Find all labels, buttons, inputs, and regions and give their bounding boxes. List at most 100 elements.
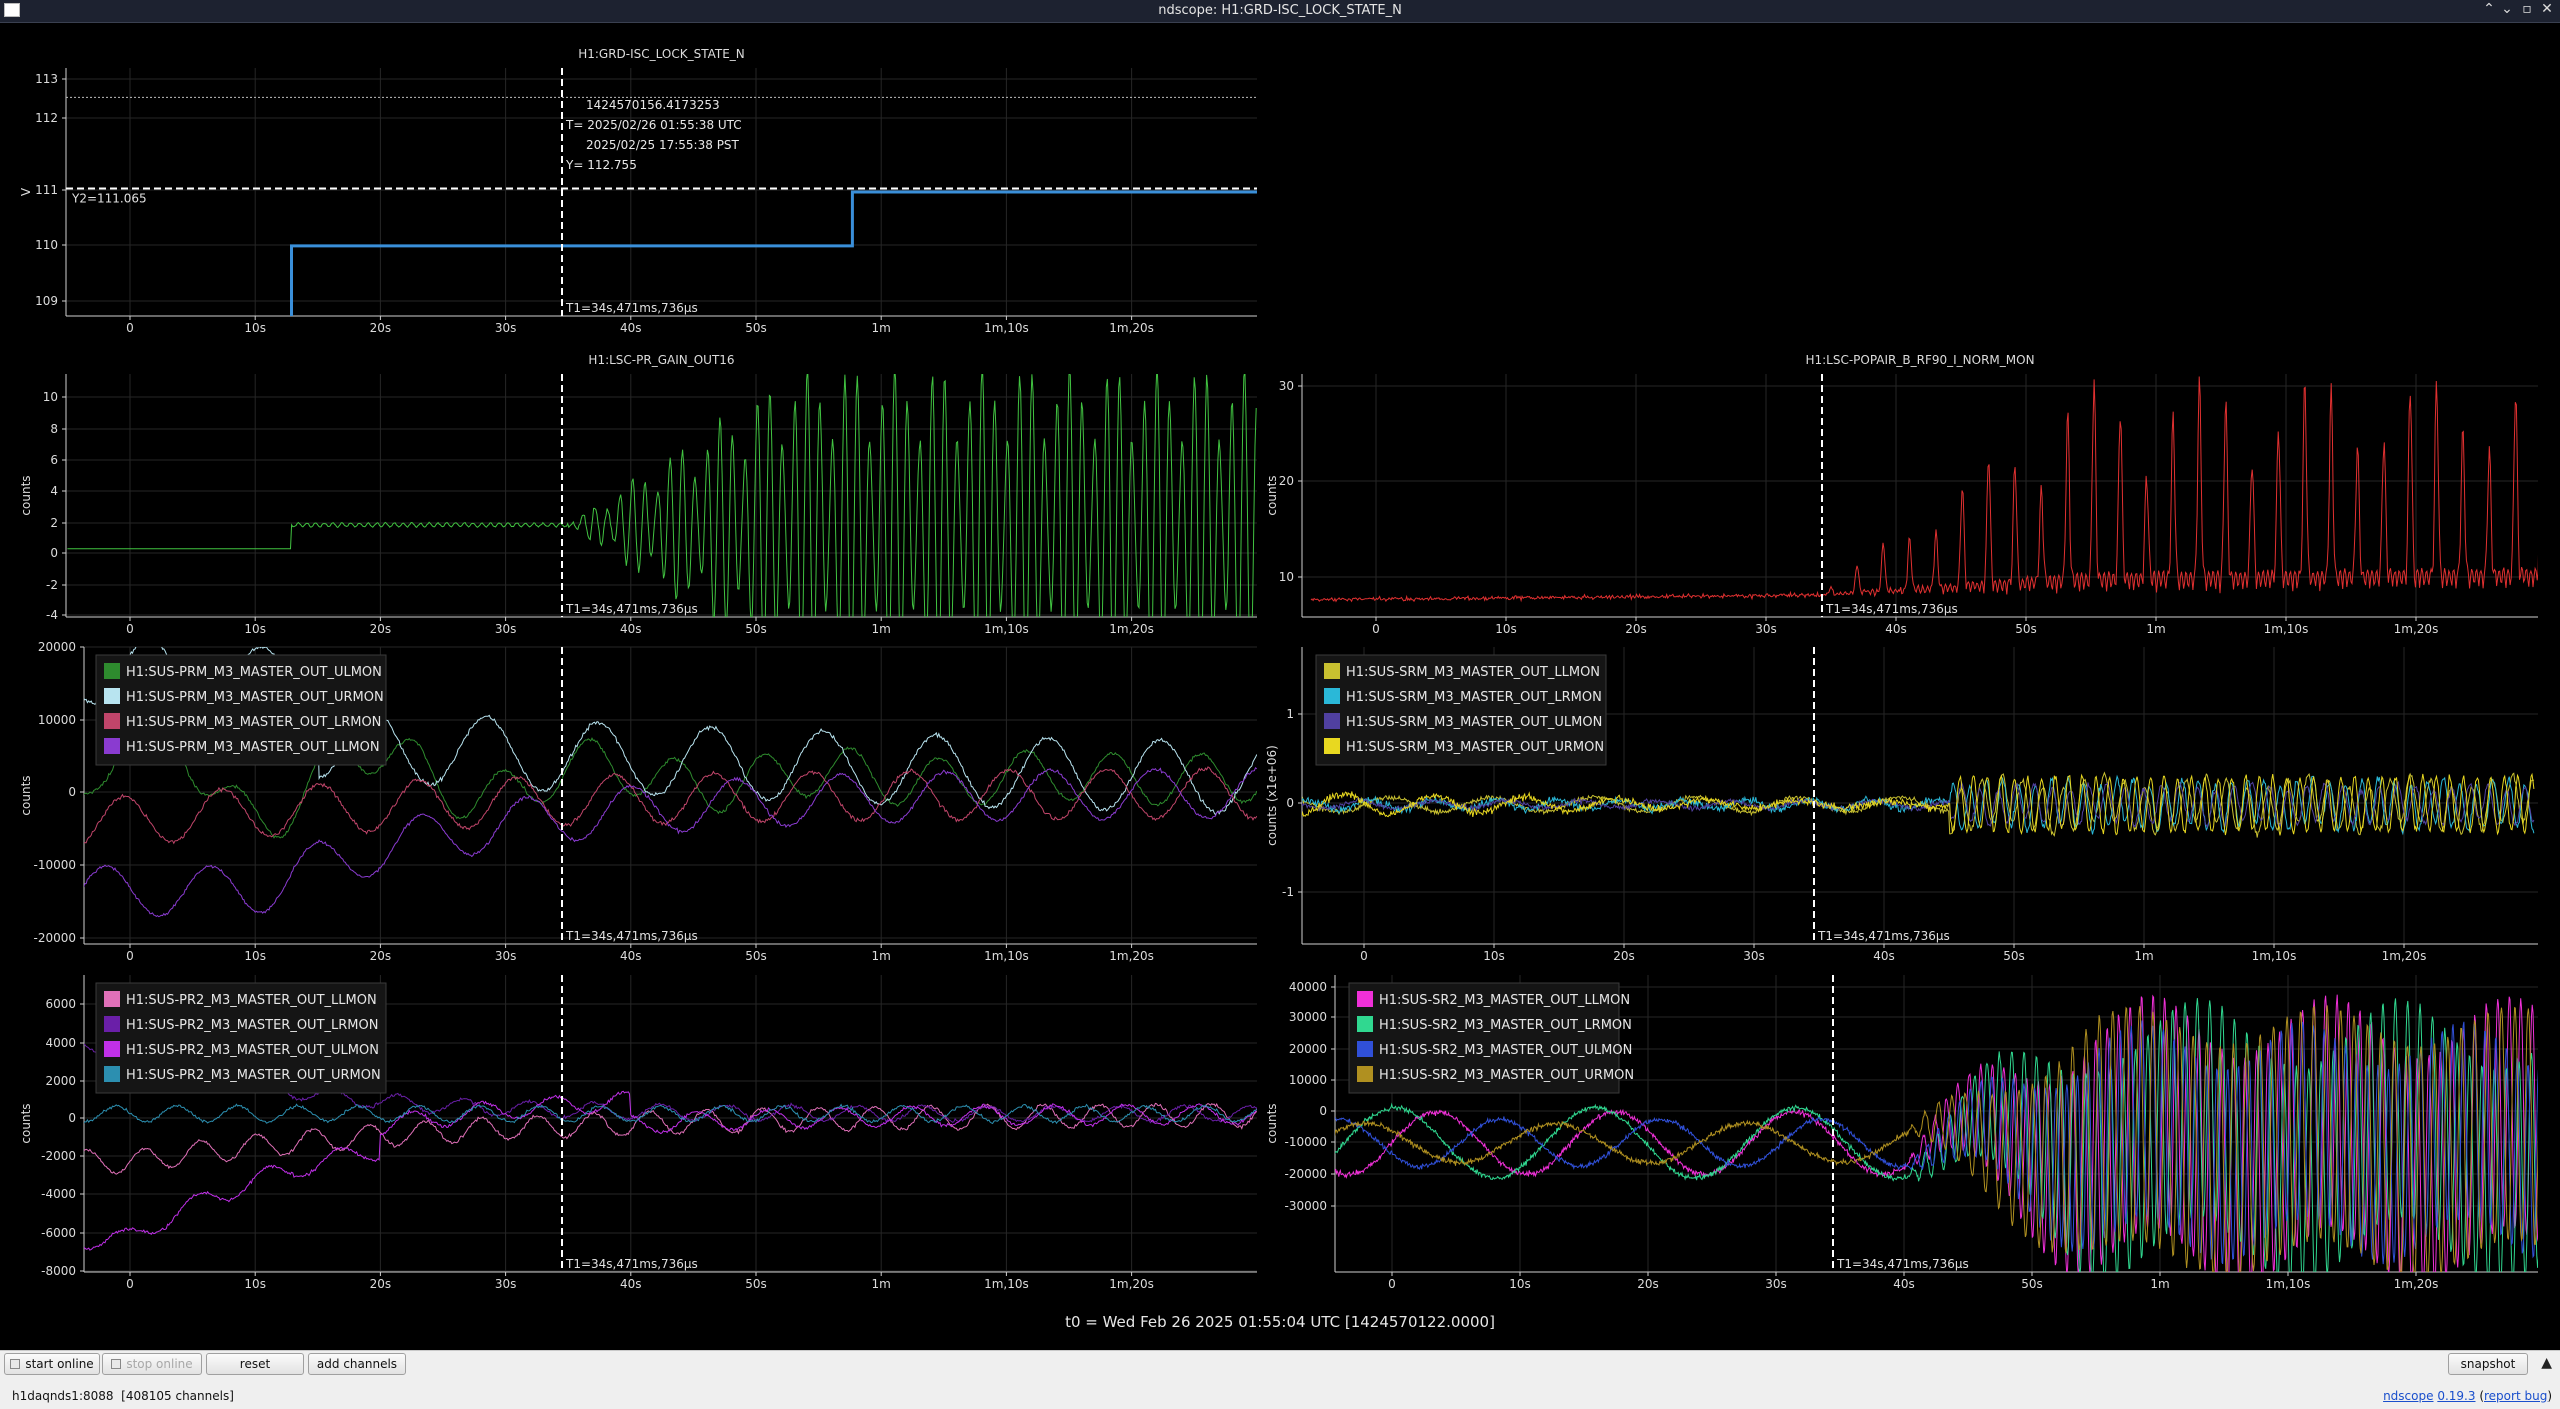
x-tick-label: 30s [495, 1277, 517, 1291]
y-tick-label: 10000 [38, 713, 76, 727]
stop-online-button[interactable]: stop online [102, 1353, 202, 1375]
x-tick-label: 40s [620, 321, 642, 335]
start-online-label: start online [25, 1357, 94, 1371]
x-tick-label: 0 [1360, 949, 1368, 963]
add-channels-button[interactable]: add channels [308, 1353, 406, 1375]
trace-3 [84, 767, 1257, 918]
add-channels-label: add channels [316, 1357, 398, 1371]
version-info: ndscope 0.19.3 (report bug) [2383, 1389, 2552, 1403]
cursor-t1-label: T1=34s,471ms,736µs [565, 929, 698, 943]
window-titlebar: ndscope: H1:GRD-ISC_LOCK_STATE_N ⌃ ⌄ ▫ ✕ [0, 0, 2560, 23]
x-tick-label: 1m [872, 622, 891, 636]
y-axis-label: counts [19, 475, 33, 515]
y-tick-label: -30000 [1284, 1199, 1327, 1213]
x-tick-label: 50s [745, 1277, 767, 1291]
y-tick-label: 30 [1279, 379, 1294, 393]
y-tick-label: 30000 [1289, 1010, 1327, 1024]
cursor-info-line: 2025/02/25 17:55:38 PST [586, 138, 740, 152]
x-tick-label: 30s [1743, 949, 1765, 963]
legend-swatch [1324, 663, 1340, 679]
minimize-button-icon[interactable]: ⌄ [2498, 1, 2516, 17]
y-tick-label: 2 [50, 516, 58, 530]
y-tick-label: 2000 [45, 1074, 76, 1088]
plot-title: H1:LSC-PR_GAIN_OUT16 [588, 353, 734, 367]
traces [1310, 376, 2538, 603]
plot-title: H1:LSC-POPAIR_B_RF90_I_NORM_MON [1805, 353, 2034, 367]
x-tick-label: 1m,10s [2252, 949, 2297, 963]
y-axis-label: V [19, 187, 33, 196]
x-tick-label: 50s [2003, 949, 2025, 963]
y-tick-label: -2000 [41, 1149, 76, 1163]
expand-up-icon[interactable]: ▲ [2541, 1355, 2552, 1371]
x-tick-label: 20s [1613, 949, 1635, 963]
legend-label: H1:SUS-PRM_M3_MASTER_OUT_LRMON [126, 715, 381, 730]
y-axis-label: counts [1265, 1103, 1279, 1143]
legend-swatch [104, 1066, 120, 1082]
x-tick-label: 1m [872, 321, 891, 335]
y-tick-label: -8000 [41, 1264, 76, 1278]
cursor-info-line: 1424570156.4173253 [586, 98, 720, 112]
x-tick-label: 1m,10s [2264, 622, 2309, 636]
x-tick-label: 0 [126, 321, 134, 335]
version-link[interactable]: 0.19.3 [2437, 1389, 2475, 1403]
legend-swatch [1324, 738, 1340, 754]
legend-label: H1:SUS-PRM_M3_MASTER_OUT_URMON [126, 690, 384, 705]
close-icon[interactable]: ✕ [2538, 1, 2556, 17]
x-tick-label: 30s [495, 321, 517, 335]
x-tick-label: 1m,20s [1109, 622, 1154, 636]
y-tick-label: 0 [1286, 796, 1294, 810]
y-tick-label: -20000 [33, 931, 76, 945]
cursor-info-line: T= 2025/02/26 01:55:38 UTC [565, 118, 742, 132]
led-icon [111, 1359, 122, 1369]
x-tick-label: 50s [2015, 622, 2037, 636]
y-tick-label: 0 [68, 785, 76, 799]
x-tick-label: 50s [2021, 1277, 2043, 1291]
maximize-icon[interactable]: ▫ [2518, 1, 2536, 17]
x-tick-label: 1m,10s [2266, 1277, 2311, 1291]
plot-prm: 20000 10000 0 -10000 -20000 0 10s 20s 30s 40s 50s 1… [19, 640, 1257, 963]
x-tick-label: 50s [745, 949, 767, 963]
led-icon [10, 1359, 21, 1369]
t0-label: t0 = Wed Feb 26 2025 01:55:04 UTC [14245… [1065, 1313, 1495, 1331]
x-tick-label: 1m [872, 949, 891, 963]
y-axis-label: counts [1265, 475, 1279, 515]
legend-label: H1:SUS-PRM_M3_MASTER_OUT_ULMON [126, 665, 382, 680]
report-bug-link[interactable]: report bug [2484, 1389, 2547, 1403]
y-tick-label: 110 [35, 238, 58, 252]
x-tick-label: 20s [370, 949, 392, 963]
legend-swatch [104, 738, 120, 754]
x-tick-label: 10s [244, 321, 266, 335]
reset-button[interactable]: reset [206, 1353, 304, 1375]
legend-swatch [104, 663, 120, 679]
y-tick-label: 1 [1286, 707, 1294, 721]
x-tick-label: 20s [370, 1277, 392, 1291]
start-online-button[interactable]: start online [4, 1353, 100, 1375]
snapshot-button[interactable]: snapshot [2448, 1353, 2528, 1375]
y-axis-label: counts [19, 775, 33, 815]
legend-swatch [104, 713, 120, 729]
y-tick-label: 113 [35, 72, 58, 86]
channel-count: [408105 channels] [121, 1389, 234, 1403]
legend-label: H1:SUS-PR2_M3_MASTER_OUT_URMON [126, 1068, 381, 1083]
y-tick-label: 10 [43, 390, 58, 404]
y-tick-label: 20000 [38, 640, 76, 654]
cursor-t1-label: T1=34s,471ms,736µs [1836, 1257, 1969, 1271]
x-tick-label: 30s [1755, 622, 1777, 636]
ndscope-link[interactable]: ndscope [2383, 1389, 2433, 1403]
minimize-icon[interactable]: ⌃ [2480, 1, 2498, 17]
y-tick-label: 112 [35, 111, 58, 125]
y-axis-label: counts (x1e+06) [1265, 745, 1279, 846]
plot-srm: 1 0 -1 0 10s 20s 30s 40s 50s 1m 1m,10s 1m,20s counts… [1265, 647, 2538, 963]
y-tick-label: -20000 [1284, 1167, 1327, 1181]
x-tick-label: 40s [620, 1277, 642, 1291]
plot-area[interactable]: 1131121111101090 10s 20s 30s 40s 50s 1m 1m,10s 1… [0, 23, 2560, 1349]
cursor-t1-label: T1=34s,471ms,736µs [565, 301, 698, 315]
y-tick-label: 8 [50, 422, 58, 436]
y-tick-label: 0 [50, 546, 58, 560]
x-tick-label: 0 [1372, 622, 1380, 636]
cursor-t1-label: T1=34s,471ms,736µs [1817, 929, 1950, 943]
x-tick-label: 1m,10s [984, 949, 1029, 963]
legend-label: H1:SUS-SR2_M3_MASTER_OUT_LRMON [1379, 1018, 1632, 1033]
x-tick-label: 50s [745, 622, 767, 636]
plot-pr2: 6000 4000 2000 0 -2000 -4000 -6000 -8000 0 10s 20s… [19, 975, 1257, 1291]
